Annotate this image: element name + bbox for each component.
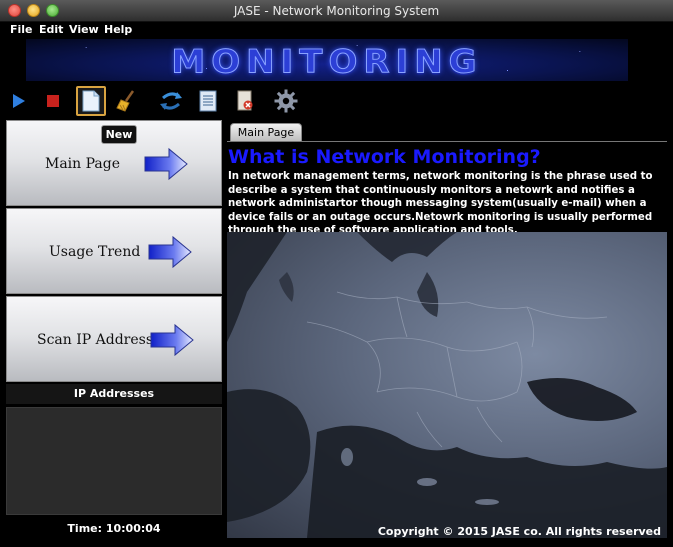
report-button[interactable] (193, 86, 223, 116)
main-content: Main Page What is Network Monitoring? In… (227, 120, 667, 542)
copyright-text: Copyright © 2015 JASE co. All rights res… (377, 525, 661, 538)
nav-usage-trend-button[interactable]: Usage Trend (6, 208, 222, 294)
delete-icon (237, 90, 253, 111)
europe-map-image (227, 232, 667, 538)
menu-bar: File Edit View Help (0, 22, 673, 39)
banner-title: MONITORING (171, 43, 483, 81)
refresh-icon (160, 92, 182, 110)
nav-scan-ip-label: Scan IP Address (37, 332, 154, 348)
window-title: JASE - Network Monitoring System (233, 4, 440, 18)
new-button[interactable] (76, 86, 106, 116)
clear-button[interactable] (112, 86, 142, 116)
new-document-icon (82, 90, 100, 112)
title-bar: JASE - Network Monitoring System (0, 0, 673, 22)
stop-icon (47, 95, 59, 107)
clock-label: Time: 10:00:04 (67, 522, 161, 535)
remove-button[interactable] (230, 86, 260, 116)
menu-view[interactable]: View (69, 23, 99, 36)
tab-main-page[interactable]: Main Page (230, 123, 302, 141)
nav-usage-trend-label: Usage Trend (49, 244, 141, 260)
tab-divider (227, 141, 667, 142)
page-heading: What is Network Monitoring? (228, 146, 541, 168)
settings-button[interactable] (271, 86, 301, 116)
ip-address-list[interactable] (6, 407, 222, 515)
arrow-right-icon (144, 147, 188, 181)
document-list-icon (199, 90, 217, 112)
map-illustration (227, 232, 667, 538)
gear-icon (274, 89, 298, 113)
play-icon (13, 94, 25, 108)
stop-button[interactable] (38, 86, 68, 116)
ip-addresses-header: IP Addresses (6, 384, 222, 404)
menu-help[interactable]: Help (104, 23, 132, 36)
new-tooltip: New (101, 125, 137, 144)
refresh-button[interactable] (156, 86, 186, 116)
toolbar (0, 84, 673, 118)
broom-icon (116, 90, 135, 112)
menu-file[interactable]: File (10, 23, 33, 36)
arrow-right-icon (150, 323, 194, 357)
arrow-right-icon (148, 235, 192, 269)
nav-scan-ip-button[interactable]: Scan IP Address (6, 296, 222, 382)
description-text: In network management terms, network mon… (228, 171, 653, 237)
sidebar: Main Page Usage Trend Scan IP Address IP… (4, 120, 224, 540)
monitoring-banner: MONITORING (26, 39, 628, 81)
menu-edit[interactable]: Edit (39, 23, 63, 36)
run-button[interactable] (4, 86, 34, 116)
